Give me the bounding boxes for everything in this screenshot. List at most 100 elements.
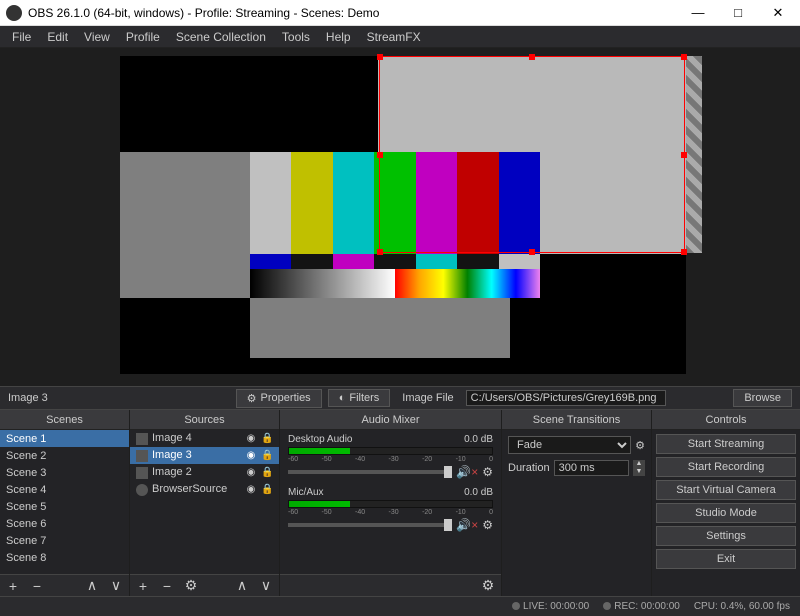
visibility-icon[interactable]: ◉ xyxy=(245,465,257,480)
visibility-icon[interactable]: ◉ xyxy=(245,448,257,463)
scene-item[interactable]: Scene 5 xyxy=(0,498,129,515)
mute-icon[interactable]: 🔊× xyxy=(456,518,478,532)
volume-slider[interactable] xyxy=(288,523,452,527)
close-button[interactable]: ✕ xyxy=(758,1,798,25)
scene-item[interactable]: Scene 7 xyxy=(0,532,129,549)
settings-button[interactable]: Settings xyxy=(656,526,796,546)
window-title: OBS 26.1.0 (64-bit, windows) - Profile: … xyxy=(28,6,678,20)
channel-name: Mic/Aux xyxy=(288,487,324,498)
menu-help[interactable]: Help xyxy=(318,28,359,46)
channel-gear-icon[interactable]: ⚙ xyxy=(482,518,493,532)
add-scene-button[interactable]: + xyxy=(4,577,22,595)
cpu-status: CPU: 0.4%, 60.00 fps xyxy=(694,601,790,612)
controls-header: Controls xyxy=(652,410,800,430)
start-streaming-button[interactable]: Start Streaming xyxy=(656,434,796,454)
scenes-list[interactable]: Scene 1 Scene 2 Scene 3 Scene 4 Scene 5 … xyxy=(0,430,129,574)
scene-item[interactable]: Scene 6 xyxy=(0,515,129,532)
mixer-gear-button[interactable]: ⚙ xyxy=(479,577,497,595)
source-item[interactable]: Image 4◉🔒 xyxy=(130,430,279,447)
live-status: LIVE: 00:00:00 xyxy=(512,601,589,612)
scene-item[interactable]: Scene 8 xyxy=(0,549,129,566)
app-icon xyxy=(6,5,22,21)
handle-s[interactable] xyxy=(529,249,535,255)
menu-edit[interactable]: Edit xyxy=(39,28,76,46)
scenes-header: Scenes xyxy=(0,410,129,430)
handle-ne[interactable] xyxy=(681,54,687,60)
source-image-lower[interactable] xyxy=(250,298,510,358)
scene-item[interactable]: Scene 1 xyxy=(0,430,129,447)
handle-nw[interactable] xyxy=(377,54,383,60)
source-down-button[interactable]: ∨ xyxy=(257,577,275,595)
scene-down-button[interactable]: ∨ xyxy=(107,577,125,595)
start-virtual-camera-button[interactable]: Start Virtual Camera xyxy=(656,480,796,500)
image-icon xyxy=(136,467,148,479)
preview-area[interactable] xyxy=(0,48,800,386)
filters-button[interactable]: ◐Filters xyxy=(328,389,391,407)
duration-up[interactable]: ▲ xyxy=(633,460,645,468)
source-up-button[interactable]: ∧ xyxy=(233,577,251,595)
preview-canvas[interactable] xyxy=(120,56,686,374)
channel-name: Desktop Audio xyxy=(288,434,353,445)
source-properties-button[interactable]: ⚙ xyxy=(182,577,200,595)
scene-item[interactable]: Scene 2 xyxy=(0,447,129,464)
lock-icon[interactable]: 🔒 xyxy=(261,431,273,446)
controls-panel: Controls Start Streaming Start Recording… xyxy=(652,410,800,596)
menu-streamfx[interactable]: StreamFX xyxy=(359,28,429,46)
imagefile-input[interactable] xyxy=(466,390,666,406)
sources-list[interactable]: Image 4◉🔒 Image 3◉🔒 Image 2◉🔒 BrowserSou… xyxy=(130,430,279,574)
scene-item[interactable]: Scene 3 xyxy=(0,464,129,481)
menu-view[interactable]: View xyxy=(76,28,118,46)
image-icon xyxy=(136,433,148,445)
channel-db: 0.0 dB xyxy=(464,434,493,445)
rec-status: REC: 00:00:00 xyxy=(603,601,680,612)
source-item[interactable]: Image 3◉🔒 xyxy=(130,447,279,464)
lock-icon[interactable]: 🔒 xyxy=(261,465,273,480)
add-source-button[interactable]: + xyxy=(134,577,152,595)
duration-input[interactable] xyxy=(554,460,629,476)
source-item[interactable]: Image 2◉🔒 xyxy=(130,464,279,481)
volume-slider[interactable] xyxy=(288,470,452,474)
source-item[interactable]: BrowserSource◉🔒 xyxy=(130,481,279,498)
visibility-icon[interactable]: ◉ xyxy=(245,482,257,497)
duration-label: Duration xyxy=(508,462,550,474)
lock-icon[interactable]: 🔒 xyxy=(261,482,273,497)
transitions-header: Scene Transitions xyxy=(502,410,651,430)
menu-scene-collection[interactable]: Scene Collection xyxy=(168,28,274,46)
minimize-button[interactable]: — xyxy=(678,1,718,25)
sources-panel: Sources Image 4◉🔒 Image 3◉🔒 Image 2◉🔒 Br… xyxy=(130,410,280,596)
studio-mode-button[interactable]: Studio Mode xyxy=(656,503,796,523)
vu-meter xyxy=(288,500,493,508)
menu-file[interactable]: File xyxy=(4,28,39,46)
transition-gear-icon[interactable]: ⚙ xyxy=(635,439,645,452)
menu-profile[interactable]: Profile xyxy=(118,28,168,46)
exit-button[interactable]: Exit xyxy=(656,549,796,569)
handle-sw[interactable] xyxy=(377,249,383,255)
transition-select[interactable]: Fade xyxy=(508,436,631,454)
gear-icon: ⚙ xyxy=(247,392,257,405)
selected-source-name: Image 3 xyxy=(8,392,168,404)
maximize-button[interactable]: □ xyxy=(718,1,758,25)
menu-tools[interactable]: Tools xyxy=(274,28,318,46)
handle-se[interactable] xyxy=(681,249,687,255)
globe-icon xyxy=(136,484,148,496)
crop-indicator xyxy=(686,56,702,253)
handle-n[interactable] xyxy=(529,54,535,60)
channel-gear-icon[interactable]: ⚙ xyxy=(482,465,493,479)
handle-e[interactable] xyxy=(681,152,687,158)
mute-icon[interactable]: 🔊× xyxy=(456,465,478,479)
scene-up-button[interactable]: ∧ xyxy=(83,577,101,595)
properties-button[interactable]: ⚙Properties xyxy=(236,389,322,408)
remove-source-button[interactable]: − xyxy=(158,577,176,595)
remove-scene-button[interactable]: − xyxy=(28,577,46,595)
selection-box[interactable] xyxy=(379,56,685,253)
visibility-icon[interactable]: ◉ xyxy=(245,431,257,446)
lock-icon[interactable]: 🔒 xyxy=(261,448,273,463)
scene-item[interactable]: Scene 4 xyxy=(0,481,129,498)
mixer-channel-mic: Mic/Aux0.0 dB -60-50-40-30-20-100 🔊×⚙ xyxy=(280,483,501,536)
handle-w[interactable] xyxy=(377,152,383,158)
browse-button[interactable]: Browse xyxy=(733,389,792,407)
mixer-header: Audio Mixer xyxy=(280,410,501,430)
status-bar: LIVE: 00:00:00 REC: 00:00:00 CPU: 0.4%, … xyxy=(0,596,800,616)
start-recording-button[interactable]: Start Recording xyxy=(656,457,796,477)
duration-down[interactable]: ▼ xyxy=(633,468,645,476)
